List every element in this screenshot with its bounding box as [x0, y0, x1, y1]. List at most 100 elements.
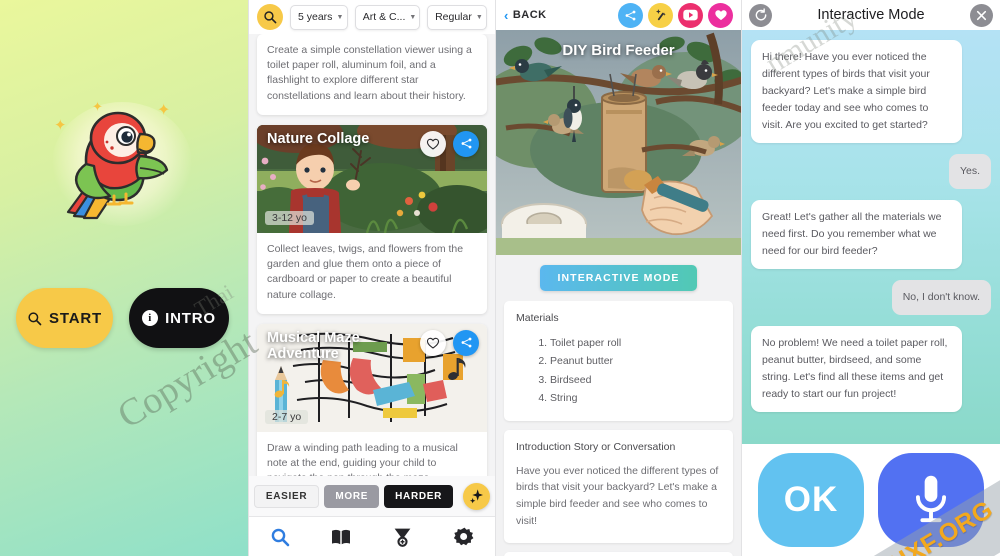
video-button[interactable] [678, 2, 703, 28]
sparkles-icon [469, 489, 483, 504]
youtube-icon [683, 9, 698, 21]
book-icon [332, 529, 351, 544]
microphone-button[interactable] [878, 453, 984, 547]
chevron-down-icon: ▼ [409, 13, 417, 21]
list-item[interactable]: Create a simple constellation viewer usi… [257, 34, 487, 115]
magic-generate-button[interactable] [463, 482, 491, 510]
chat-bubble-user: No, I don't know. [891, 280, 991, 315]
age-badge: 2-7 yo [265, 409, 309, 424]
ok-button[interactable]: OK [758, 453, 864, 547]
card-actions [420, 130, 479, 157]
back-label: BACK [512, 9, 547, 21]
chevron-left-icon: ‹ [504, 7, 509, 23]
card-description: Draw a winding path leading to a musical… [267, 441, 458, 476]
harder-button[interactable]: HARDER [384, 484, 454, 508]
search-icon [264, 11, 277, 24]
share-icon [625, 10, 636, 20]
chevron-down-icon: ▼ [475, 13, 483, 21]
favorite-button[interactable] [420, 329, 446, 356]
magic-wand-icon [655, 9, 666, 21]
favorite-button[interactable] [420, 130, 446, 157]
filter-age-label: 5 years [298, 11, 333, 23]
filter-mode-label: Regular [435, 11, 472, 23]
card-image: Musical Maze Adventure 2-7 yo [257, 323, 487, 432]
nav-item-settings[interactable] [434, 526, 496, 547]
hero-image: DIY Bird Feeder [496, 30, 741, 255]
detail-header: ‹ BACK [496, 0, 741, 30]
share-icon [461, 337, 471, 348]
interactive-mode-row: INTERACTIVE MODE [496, 255, 741, 301]
activity-list[interactable]: Create a simple constellation viewer usi… [249, 34, 495, 476]
list-item: String [550, 389, 721, 407]
filter-category[interactable]: Art & C... ▼ [354, 4, 421, 30]
list-item[interactable]: Musical Maze Adventure 2-7 yo Draw a win… [257, 323, 487, 476]
chat-header: Interactive Mode [742, 0, 1000, 30]
bird-feeder-illustration [496, 30, 741, 255]
list-item: Peanut butter [550, 352, 721, 370]
refresh-button[interactable] [749, 3, 772, 27]
search-icon [271, 528, 290, 546]
info-icon: i [142, 310, 159, 326]
share-button[interactable] [618, 2, 643, 28]
nav-item-search[interactable] [249, 527, 311, 547]
intro-button[interactable]: i INTRO [129, 288, 229, 348]
list-item: Toilet paper roll [550, 334, 721, 352]
parrot-icon [66, 111, 169, 220]
start-button[interactable]: START [16, 288, 113, 348]
share-button[interactable] [453, 329, 479, 356]
splash-panel: ✦ ✦ ✦ START i INTRO [0, 0, 248, 556]
detail-sections[interactable]: Materials Toilet paper roll Peanut butte… [496, 301, 741, 556]
activity-list-panel: 5 years ▼ Art & C... ▼ Regular ▼ Create … [248, 0, 496, 556]
list-item: Birdseed [550, 371, 721, 389]
more-button[interactable]: MORE [324, 484, 380, 508]
share-icon [461, 138, 471, 149]
app-screen: ✦ ✦ ✦ START i INTRO 5 years ▼ Art & C...… [0, 0, 1000, 556]
search-icon [28, 311, 42, 325]
chat-bubble-bot: Great! Let's gather all the materials we… [751, 200, 963, 269]
card-title: Nature Collage [267, 130, 370, 147]
card-description: Create a simple constellation viewer usi… [267, 44, 472, 102]
card-description: Collect leaves, twigs, and flowers from … [267, 242, 464, 301]
filter-age[interactable]: 5 years ▼ [290, 4, 348, 30]
interactive-mode-button[interactable]: INTERACTIVE MODE [540, 265, 697, 291]
start-label: START [49, 309, 102, 327]
chat-messages[interactable]: Hi there! Have you ever noticed the diff… [742, 30, 1000, 444]
age-badge: 3-12 yo [265, 210, 315, 225]
favorite-button[interactable] [708, 2, 733, 28]
heart-icon [714, 10, 727, 21]
card-image: Nature Collage 3-12 yo [257, 124, 487, 233]
chat-bubble-user: Yes. [948, 154, 991, 189]
heart-icon [426, 138, 440, 150]
list-toolbar: 5 years ▼ Art & C... ▼ Regular ▼ [249, 0, 495, 34]
medal-icon [394, 528, 411, 547]
materials-list: Toilet paper roll Peanut butter Birdseed… [516, 334, 721, 408]
page-title: DIY Bird Feeder [562, 42, 675, 59]
chevron-down-icon: ▼ [336, 13, 344, 21]
share-button[interactable] [453, 130, 479, 157]
refresh-icon [755, 8, 766, 21]
close-icon [976, 10, 987, 20]
card-title: Musical Maze Adventure [267, 329, 360, 363]
filter-mode[interactable]: Regular ▼ [427, 4, 487, 30]
chat-controls: OK [742, 444, 1000, 556]
introduction-section: Introduction Story or Conversation Have … [504, 429, 733, 543]
back-button[interactable]: ‹ BACK [504, 8, 547, 23]
nav-item-awards[interactable] [372, 526, 434, 547]
magic-wand-button[interactable] [648, 2, 673, 28]
parrot-mascot: ✦ ✦ ✦ [34, 88, 214, 238]
chat-bubble-bot: Hi there! Have you ever noticed the diff… [751, 40, 963, 143]
list-item[interactable]: Nature Collage 3-12 yo Collect leaves, t… [257, 124, 487, 314]
nav-item-library[interactable] [311, 528, 373, 546]
chat-bubble-bot: No problem! We need a toilet paper roll,… [751, 326, 963, 412]
easier-button[interactable]: EASIER [253, 484, 320, 508]
close-button[interactable] [970, 3, 993, 27]
bottom-nav [249, 516, 495, 556]
microphone-icon [915, 475, 947, 523]
section-heading: Introduction Story or Conversation [516, 440, 676, 453]
instructions-section: Instructions [504, 551, 733, 556]
interactive-chat-panel: Interactive Mode Hi there! Have you ever… [742, 0, 1000, 556]
search-button[interactable] [257, 4, 283, 30]
detail-panel: ‹ BACK DIY Bird Feeder INTERACTIVE MODE … [496, 0, 742, 556]
card-actions [420, 329, 479, 356]
filter-category-label: Art & C... [362, 11, 406, 23]
